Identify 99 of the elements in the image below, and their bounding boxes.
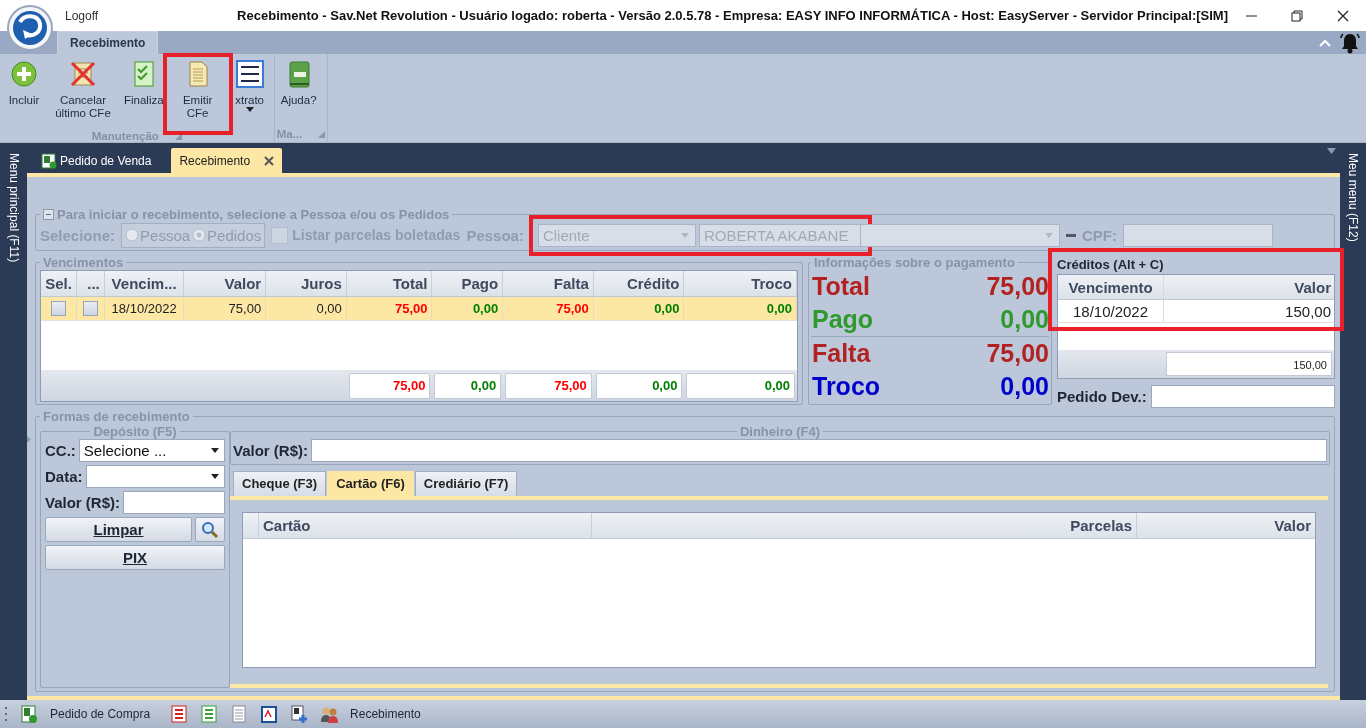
total-field: 75,00 <box>505 372 592 399</box>
column-header[interactable]: Crédito <box>593 271 685 296</box>
summary-value: 0,00 <box>1000 305 1049 334</box>
summary-label: Falta <box>812 339 871 368</box>
table-cell: 0,00 <box>766 301 792 316</box>
column-header[interactable]: Sel. <box>41 271 77 296</box>
tab[interactable]: Cheque (F3) <box>233 471 327 496</box>
total-field: 75,00 <box>348 372 431 399</box>
column-header[interactable]: Parcelas <box>592 513 1137 538</box>
ribbon-button[interactable]: Ajuda? <box>276 58 321 126</box>
input-field[interactable] <box>123 491 225 514</box>
dropdown-arrow-icon <box>211 448 219 453</box>
search-button[interactable] <box>195 517 225 542</box>
group-label: Ma... <box>276 128 303 140</box>
dropdown-arrow-icon <box>680 232 689 238</box>
launcher-icon[interactable] <box>318 130 326 138</box>
row-checkbox[interactable] <box>82 301 98 316</box>
column-header[interactable]: Falta <box>503 271 594 296</box>
group-label: Manutenção <box>91 130 159 142</box>
column-header[interactable]: Pago <box>432 271 504 296</box>
status-item[interactable]: Pedido de Compra <box>50 707 151 721</box>
side-panel-tab[interactable]: Meu menu (F12) <box>1346 153 1360 242</box>
invoice-icon[interactable] <box>260 705 279 723</box>
field-label: Data: <box>45 468 83 485</box>
list-icon[interactable] <box>170 705 189 723</box>
input-field[interactable] <box>311 439 1327 462</box>
column-header[interactable]: Juros <box>266 271 347 296</box>
table-cell: 0,00 <box>654 301 680 316</box>
column-header[interactable]: ... <box>76 271 105 296</box>
column-header[interactable]: Total <box>346 271 433 296</box>
dropdown-arrow-icon <box>211 474 219 479</box>
summary-label: Troco <box>812 372 881 401</box>
table-cell: 0,00 <box>266 297 347 320</box>
bell-icon[interactable] <box>1340 31 1360 54</box>
input-field[interactable] <box>1150 385 1335 408</box>
table-cell: 18/10/2022 <box>104 297 185 320</box>
summary-value: 75,00 <box>986 339 1049 368</box>
column-header[interactable]: Valor <box>1137 513 1315 538</box>
logoff-link[interactable]: Logoff <box>65 8 231 23</box>
status-item[interactable]: Recebimento <box>350 707 421 721</box>
checklist-icon[interactable] <box>200 705 219 723</box>
date-dropdown[interactable] <box>85 465 225 488</box>
ribbon-button[interactable]: Cancelar último CFe <box>46 58 120 130</box>
column-header[interactable]: Vencim... <box>104 271 185 296</box>
document-tab[interactable]: Pedido de Venda <box>35 148 158 173</box>
tab[interactable]: Crediário (F7) <box>414 471 518 496</box>
summary-value: 75,00 <box>986 272 1049 301</box>
field-label: Pedido Dev.: <box>1057 388 1147 405</box>
add-document-icon[interactable] <box>290 705 309 723</box>
dropdown-arrow-icon[interactable] <box>1327 148 1336 154</box>
field-label: Valor (R$): <box>45 494 120 511</box>
total-field: 0,00 <box>434 372 502 399</box>
ribbon-button[interactable]: Incluir <box>2 58 46 130</box>
table-cell: 75,00 <box>556 301 589 316</box>
chevron-up-icon[interactable] <box>1318 37 1332 48</box>
table-cell: 75,00 <box>184 297 267 320</box>
column-header[interactable]: Troco <box>684 271 797 296</box>
total-field: 0,00 <box>595 372 683 399</box>
clear-button[interactable]: Limpar <box>45 517 192 542</box>
document-icon <box>41 152 57 169</box>
side-panel-tab[interactable]: Menu principal (F11) <box>6 153 21 263</box>
search-icon <box>201 520 219 539</box>
section-title: Créditos (Alt + C) <box>1057 257 1165 274</box>
ribbon-button[interactable]: Emitir CFe <box>167 58 228 130</box>
field-label: CC.: <box>45 442 76 459</box>
total-field: 150,00 <box>1166 352 1332 376</box>
summary-label: Pago <box>812 305 874 334</box>
document-icon[interactable] <box>20 705 38 723</box>
table-cell: 0,00 <box>472 301 499 316</box>
column-header[interactable]: Vencimento <box>1058 275 1164 299</box>
pix-button[interactable]: PIX <box>45 545 225 570</box>
field-label: Valor (R$): <box>233 442 308 459</box>
add-icon <box>10 60 38 88</box>
launcher-icon[interactable] <box>174 132 182 140</box>
column-header[interactable]: Valor <box>1164 275 1334 299</box>
grid-row[interactable]: 18/10/2022 75,00 0,00 75,00 0,00 75,00 0,00 0,00 <box>41 297 797 320</box>
statement-icon <box>235 60 264 88</box>
credit-row[interactable]: 18/10/2022 150,00 <box>1058 300 1334 322</box>
cancel-icon <box>69 60 97 88</box>
close-icon[interactable] <box>264 155 275 166</box>
document-tab[interactable]: Recebimento <box>171 148 283 173</box>
table-cell: 75,00 <box>394 301 428 316</box>
ribbon-tab[interactable]: Recebimento <box>57 31 159 54</box>
expand-icon[interactable] <box>27 436 31 443</box>
column-header[interactable]: Valor <box>184 271 267 296</box>
summary-value: 0,00 <box>1000 372 1049 401</box>
people-icon[interactable] <box>320 705 339 723</box>
window-title: Recebimento - Sav.Net Revolution - Usuário logado: roberta - Versão 2.0.5.78 - Empresa: EASY INFO INFORMÁTICA - Host: EasyServer - Servidor Principal:[SIM] <box>236 8 1228 23</box>
grip-icon[interactable] <box>5 707 8 721</box>
total-field: 0,00 <box>686 372 795 399</box>
page-icon[interactable] <box>230 705 249 723</box>
ribbon-button[interactable]: xtrato <box>227 58 272 130</box>
account-dropdown[interactable]: Selecione ... <box>78 439 225 462</box>
row-checkbox[interactable] <box>50 301 66 316</box>
ribbon-button[interactable]: Finaliza <box>120 58 168 130</box>
summary-label: Total <box>812 272 870 301</box>
dropdown-arrow-icon <box>1044 232 1053 238</box>
tab[interactable]: Cartão (F6) <box>327 471 414 496</box>
column-header[interactable]: Cartão <box>259 513 592 538</box>
